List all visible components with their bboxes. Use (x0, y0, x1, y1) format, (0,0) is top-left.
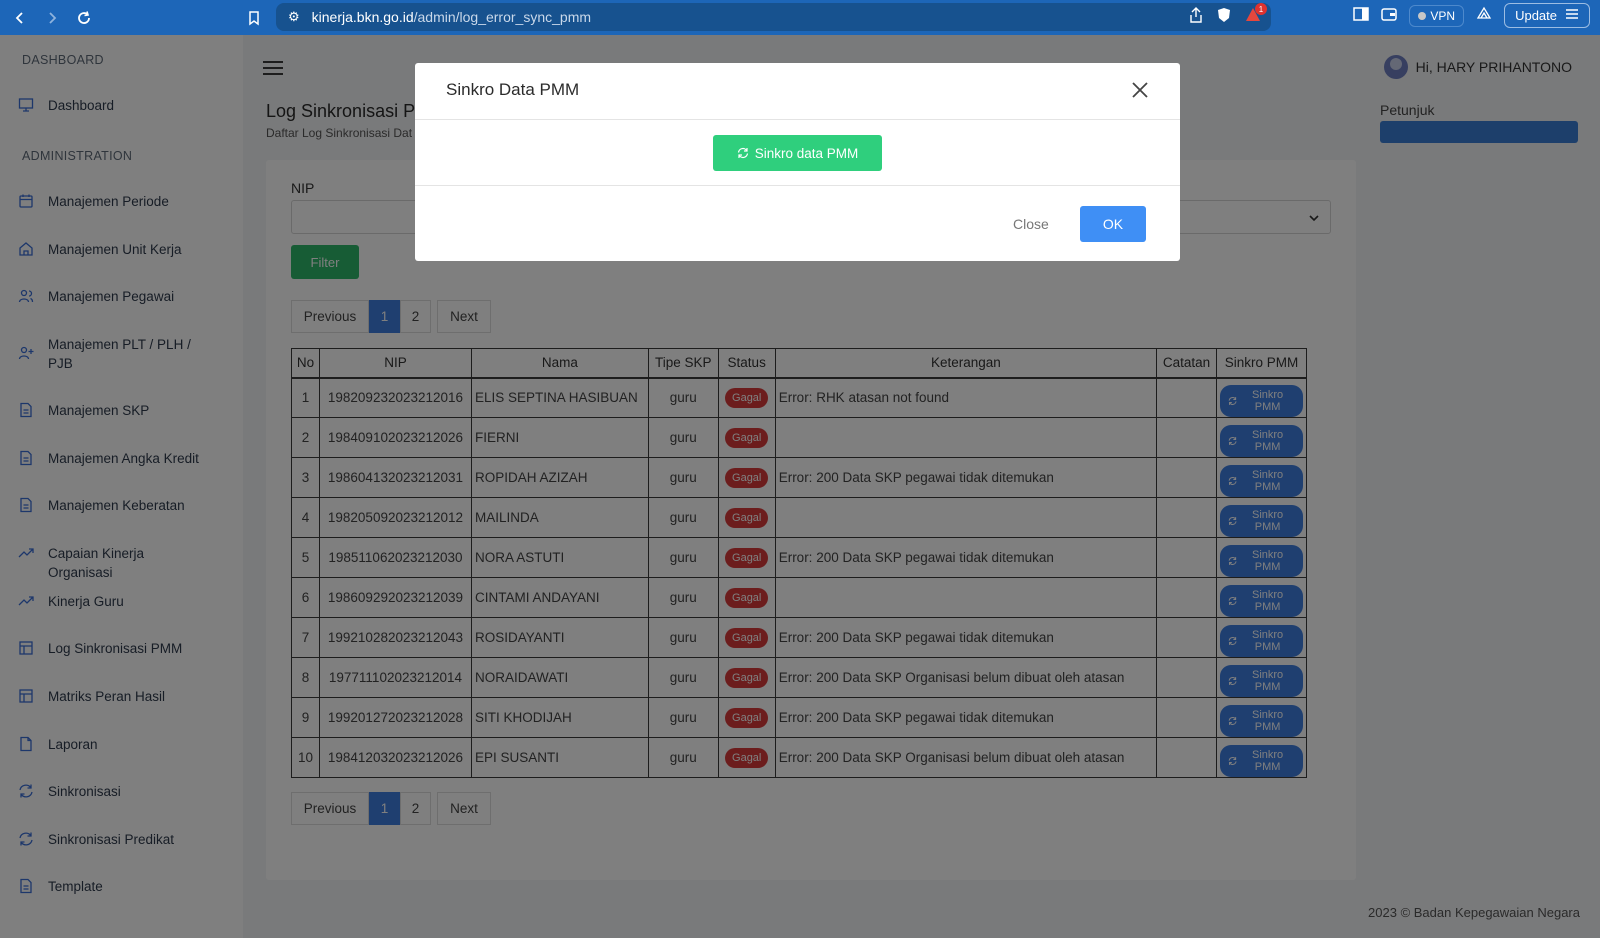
refresh-icon (737, 147, 748, 159)
share-icon[interactable] (1189, 7, 1203, 26)
browser-toolbar: ⚙ kinerja.bkn.go.id/admin/log_error_sync… (0, 0, 1600, 35)
sinkro-modal: Sinkro Data PMM Sinkro data PMM Close OK (415, 63, 1180, 261)
sinkro-data-pmm-label: Sinkro data PMM (754, 145, 859, 161)
sidebar-toggle-icon[interactable] (1353, 7, 1370, 24)
modal-ok-button[interactable]: OK (1080, 206, 1146, 242)
bookmark-icon[interactable] (238, 2, 270, 34)
update-button[interactable]: Update (1504, 3, 1590, 28)
modal-footer: Close OK (415, 186, 1180, 261)
site-settings-icon[interactable]: ⚙ (288, 9, 300, 25)
back-icon[interactable] (4, 2, 36, 34)
modal-close-button[interactable]: Close (1013, 216, 1049, 232)
wallet-icon[interactable] (1381, 7, 1398, 24)
modal-header: Sinkro Data PMM (415, 63, 1180, 120)
brave-rewards-icon[interactable]: 1 (1245, 3, 1267, 26)
reload-icon[interactable] (68, 2, 100, 34)
vpn-button[interactable]: VPN (1409, 4, 1465, 27)
forward-icon[interactable] (36, 2, 68, 34)
address-bar[interactable]: ⚙ kinerja.bkn.go.id/admin/log_error_sync… (276, 3, 1271, 31)
modal-title: Sinkro Data PMM (446, 80, 580, 99)
vpn-status-icon (1418, 11, 1427, 20)
modal-body: Sinkro data PMM (415, 120, 1180, 186)
sinkro-data-pmm-button[interactable]: Sinkro data PMM (713, 135, 882, 171)
brave-shield-icon[interactable] (1217, 7, 1231, 26)
leo-ai-icon[interactable] (1476, 6, 1492, 25)
url-path: /admin/log_error_sync_pmm (413, 9, 592, 25)
menu-icon (1565, 8, 1579, 23)
url-host: kinerja.bkn.go.id (311, 9, 414, 25)
vpn-label: VPN (1430, 8, 1456, 23)
notification-badge: 1 (1255, 3, 1267, 15)
close-icon[interactable] (1130, 80, 1150, 100)
update-label: Update (1515, 8, 1557, 23)
